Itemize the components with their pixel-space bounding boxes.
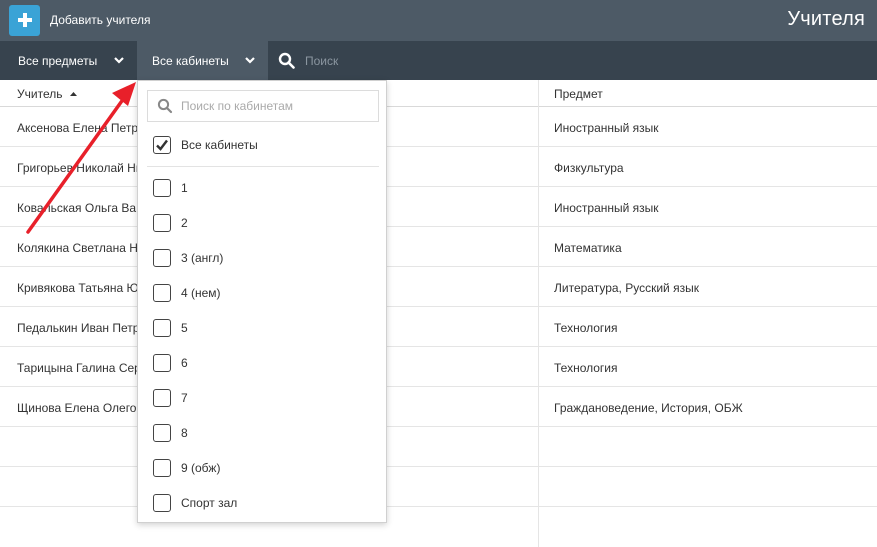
subject-cell: Физкультура bbox=[554, 161, 624, 175]
table-row[interactable]: Педалькин Иван Петр Технология bbox=[0, 307, 877, 347]
subjects-filter-dropdown[interactable]: Все предметы bbox=[0, 41, 137, 80]
add-teacher-label: Добавить учителя bbox=[50, 13, 151, 27]
chevron-down-icon bbox=[245, 57, 255, 64]
rooms-option-label: 3 (англ) bbox=[181, 251, 224, 265]
add-teacher-button[interactable]: Добавить учителя bbox=[9, 4, 150, 36]
checkbox-unchecked[interactable] bbox=[153, 284, 171, 302]
checkbox-unchecked[interactable] bbox=[153, 319, 171, 337]
rooms-option-label: Все кабинеты bbox=[181, 138, 258, 152]
checkbox-unchecked[interactable] bbox=[153, 214, 171, 232]
table-row[interactable]: Тарицына Галина Сер Технология bbox=[0, 347, 877, 387]
rooms-option[interactable]: 8 bbox=[153, 424, 188, 442]
teacher-name-cell: Григорьев Николай Ни bbox=[17, 161, 143, 175]
subjects-filter-label: Все предметы bbox=[18, 53, 98, 68]
chevron-down-icon bbox=[114, 57, 124, 64]
column-header-subject: Предмет bbox=[554, 87, 603, 101]
plus-icon bbox=[9, 4, 40, 36]
teacher-name-cell: Аксенова Елена Петро bbox=[17, 121, 145, 135]
rooms-search bbox=[147, 90, 379, 122]
rooms-option-label: Спорт зал bbox=[181, 496, 238, 510]
rooms-option[interactable]: 1 bbox=[153, 179, 188, 197]
rooms-dropdown-panel: Все кабинеты 1 2 3 (англ) 4 (нем) 5 6 7 8 9 (обж… bbox=[137, 80, 387, 523]
subject-cell: Технология bbox=[554, 361, 618, 375]
subject-cell: Литература, Русский язык bbox=[554, 281, 699, 295]
table-header: Учитель Предмет bbox=[0, 80, 877, 107]
rooms-filter-dropdown[interactable]: Все кабинеты bbox=[137, 41, 268, 80]
rooms-option[interactable]: 9 (обж) bbox=[153, 459, 220, 477]
checkbox-unchecked[interactable] bbox=[153, 354, 171, 372]
teacher-name-cell: Колякина Светлана Н bbox=[17, 241, 138, 255]
table-row[interactable]: Григорьев Николай Ни Физкультура bbox=[0, 147, 877, 187]
rooms-option-label: 5 bbox=[181, 321, 188, 335]
subject-cell: Технология bbox=[554, 321, 618, 335]
rooms-option[interactable]: 4 (нем) bbox=[153, 284, 221, 302]
rooms-option-label: 7 bbox=[181, 391, 188, 405]
rooms-option-label: 6 bbox=[181, 356, 188, 370]
page-title: Учителя bbox=[787, 8, 865, 30]
search-input[interactable] bbox=[303, 52, 507, 69]
rooms-option-label: 2 bbox=[181, 216, 188, 230]
table-row[interactable]: Аксенова Елена Петро Иностранный язык bbox=[0, 107, 877, 147]
teacher-search bbox=[278, 41, 507, 80]
rooms-option[interactable]: Спорт зал bbox=[153, 494, 237, 512]
rooms-option[interactable]: 3 (англ) bbox=[153, 249, 223, 267]
checkbox-unchecked[interactable] bbox=[153, 459, 171, 477]
teacher-name-cell: Щинова Елена Олего bbox=[17, 401, 137, 415]
rooms-option[interactable]: 7 bbox=[153, 389, 188, 407]
teachers-table: Учитель Предмет Аксенова Елена Петро Инос… bbox=[0, 80, 877, 546]
subject-cell: Математика bbox=[554, 241, 622, 255]
column-header-teacher-label: Учитель bbox=[17, 87, 63, 101]
table-row-empty bbox=[0, 467, 877, 507]
table-row[interactable]: Щинова Елена Олего Граждановедение, Истор… bbox=[0, 387, 877, 427]
rooms-search-input[interactable] bbox=[179, 98, 373, 114]
rooms-option[interactable]: 5 bbox=[153, 319, 188, 337]
checkmark-icon bbox=[156, 139, 168, 151]
sort-asc-icon bbox=[69, 92, 77, 96]
checkbox-unchecked[interactable] bbox=[153, 494, 171, 512]
rooms-option-label: 8 bbox=[181, 426, 188, 440]
checkbox-unchecked[interactable] bbox=[153, 179, 171, 197]
table-row[interactable]: Кривякова Татьяна Ю Литература, Русский я… bbox=[0, 267, 877, 307]
top-bar: Добавить учителя Учителя bbox=[0, 0, 877, 41]
teacher-name-cell: Тарицына Галина Сер bbox=[17, 361, 141, 375]
column-divider bbox=[538, 80, 539, 547]
rooms-option[interactable]: 2 bbox=[153, 214, 188, 232]
rooms-option-all[interactable]: Все кабинеты bbox=[153, 136, 258, 154]
checkbox-checked[interactable] bbox=[153, 136, 171, 154]
table-row[interactable]: Колякина Светлана Н Математика bbox=[0, 227, 877, 267]
subject-cell: Иностранный язык bbox=[554, 201, 659, 215]
subject-cell: Граждановедение, История, ОБЖ bbox=[554, 401, 743, 415]
subject-cell: Иностранный язык bbox=[554, 121, 659, 135]
filter-bar: Все предметы Все кабинеты bbox=[0, 41, 877, 80]
teacher-name-cell: Ковальская Ольга Ва bbox=[17, 201, 137, 215]
table-row-empty bbox=[0, 507, 877, 546]
checkbox-unchecked[interactable] bbox=[153, 249, 171, 267]
column-header-teacher[interactable]: Учитель bbox=[17, 87, 78, 101]
checkbox-unchecked[interactable] bbox=[153, 389, 171, 407]
divider bbox=[147, 166, 379, 167]
rooms-option-label: 9 (обж) bbox=[181, 461, 221, 475]
rooms-filter-label: Все кабинеты bbox=[152, 53, 229, 68]
search-icon bbox=[157, 98, 173, 114]
teacher-name-cell: Кривякова Татьяна Ю bbox=[17, 281, 139, 295]
table-row[interactable]: Ковальская Ольга Ва Иностранный язык bbox=[0, 187, 877, 227]
rooms-option-label: 1 bbox=[181, 181, 188, 195]
rooms-option-label: 4 (нем) bbox=[181, 286, 221, 300]
checkbox-unchecked[interactable] bbox=[153, 424, 171, 442]
search-icon bbox=[278, 52, 295, 69]
teacher-name-cell: Педалькин Иван Петр bbox=[17, 321, 140, 335]
rooms-option[interactable]: 6 bbox=[153, 354, 188, 372]
table-row-empty bbox=[0, 427, 877, 467]
